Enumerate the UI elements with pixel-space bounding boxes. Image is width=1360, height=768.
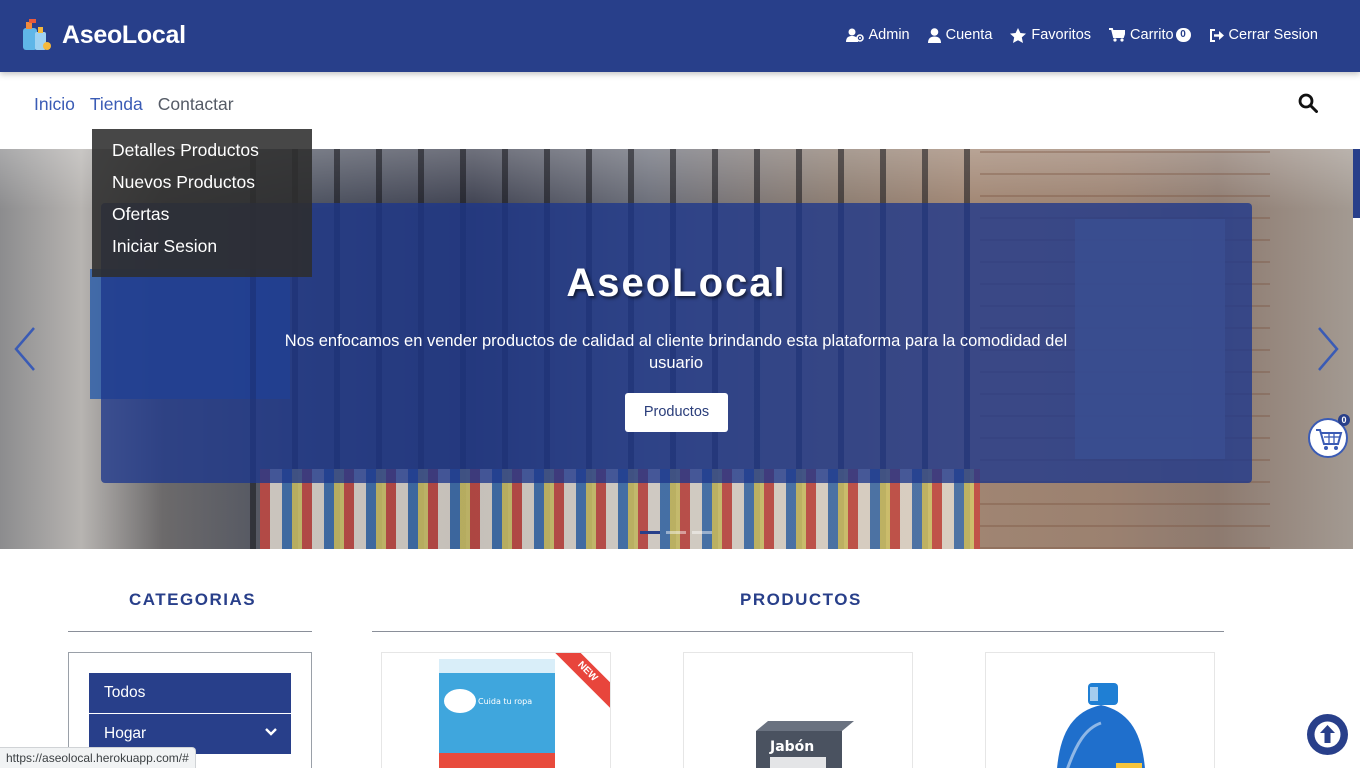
hero-description: Nos enfocamos en vender productos de cal… [284, 332, 1068, 372]
carousel-indicator[interactable] [692, 531, 712, 534]
nav-inicio[interactable]: Inicio [34, 94, 75, 115]
categories-divider [68, 631, 312, 632]
menu-item-iniciar-sesion[interactable]: Iniciar Sesion [92, 235, 312, 267]
menu-item-detalles-productos[interactable]: Detalles Productos [92, 139, 312, 171]
product-card[interactable]: Jabón [683, 652, 913, 768]
cart-count-badge: 0 [1175, 28, 1191, 42]
products-button[interactable]: Productos [625, 393, 728, 432]
product-card[interactable] [985, 652, 1215, 768]
star-icon [1010, 27, 1027, 43]
logout-label: Cerrar Sesion [1228, 27, 1318, 43]
shopping-cart-icon [1109, 28, 1126, 42]
top-header: AseoLocal Admin Cuenta Favoritos Carrito… [0, 0, 1360, 72]
carousel-indicators [640, 531, 718, 534]
package-text: Cuida tu ropa [478, 697, 532, 706]
status-url-tooltip: https://aseolocal.herokuapp.com/# [0, 747, 196, 768]
category-label: Todos [104, 684, 146, 701]
carousel-indicator[interactable] [640, 531, 660, 534]
category-todos[interactable]: Todos [89, 673, 291, 713]
main-nav-links: Inicio Tienda Contactar [34, 94, 249, 115]
carousel-indicator[interactable] [666, 531, 686, 534]
user-cog-icon [845, 28, 864, 42]
user-icon [927, 27, 941, 43]
search-button[interactable] [1298, 93, 1320, 115]
product-card[interactable]: Cuida tu ropa NEW [381, 652, 611, 768]
cleaning-products-logo-icon [20, 18, 52, 52]
soap-box-image: Jabón [756, 721, 854, 768]
tienda-dropdown-menu: Detalles Productos Nuevos Productos Ofer… [92, 129, 312, 277]
chevron-right-icon [1318, 327, 1339, 371]
nav-tienda[interactable]: Tienda [90, 94, 143, 115]
cart-label: Carrito [1130, 27, 1174, 43]
cart-link[interactable]: Carrito 0 [1109, 27, 1191, 43]
nav-contactar[interactable]: Contactar [158, 94, 234, 115]
detergent-bottle-image [1057, 683, 1145, 768]
products-title: PRODUCTOS [740, 590, 862, 609]
scroll-to-top-button[interactable] [1307, 714, 1348, 755]
account-label: Cuenta [945, 27, 993, 43]
admin-link[interactable]: Admin [845, 27, 910, 43]
account-link[interactable]: Cuenta [927, 27, 993, 43]
admin-label: Admin [868, 27, 910, 43]
carousel-prev-button[interactable] [10, 324, 40, 374]
search-icon [1298, 93, 1318, 113]
top-nav: Admin Cuenta Favoritos Carrito 0 Cerrar … [828, 27, 1318, 43]
category-label: Hogar [104, 725, 147, 742]
favorites-link[interactable]: Favoritos [1010, 27, 1091, 43]
products-divider [372, 631, 1224, 632]
floating-cart-count: 0 [1338, 414, 1350, 426]
page: AseoLocal Admin Cuenta Favoritos Carrito… [0, 0, 1360, 768]
chevron-down-icon [265, 728, 277, 736]
brand[interactable]: AseoLocal [20, 17, 186, 53]
sign-out-icon [1209, 28, 1224, 42]
logout-link[interactable]: Cerrar Sesion [1209, 27, 1318, 43]
chevron-left-icon [14, 327, 35, 371]
package-text: Jabón [769, 739, 814, 755]
menu-item-ofertas[interactable]: Ofertas [92, 203, 312, 235]
arrow-up-icon [1314, 721, 1341, 748]
brand-title: AseoLocal [62, 20, 186, 49]
favorites-label: Favoritos [1031, 27, 1092, 43]
categories-title: CATEGORIAS [129, 590, 257, 609]
carousel-next-button[interactable] [1313, 324, 1343, 374]
menu-item-nuevos-productos[interactable]: Nuevos Productos [92, 171, 312, 203]
